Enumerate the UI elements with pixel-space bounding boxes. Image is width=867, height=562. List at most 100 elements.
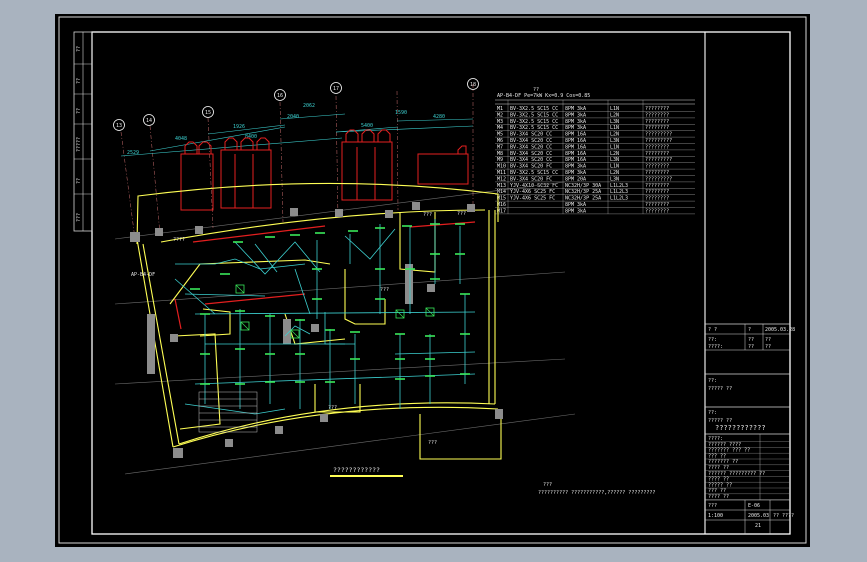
notes-line: ?????????? ???????????,?????? ????????? (538, 490, 655, 496)
legend-cell: 8PM 3kA (565, 112, 586, 118)
legend-cell: L1N (610, 106, 619, 112)
legend-cell: ???????? (645, 119, 669, 125)
title-cell: ?? (765, 337, 771, 343)
floor-plan[interactable]: 252940481926204020621590540042808400 131… (113, 78, 576, 475)
legend-cell: 8PM 20A (565, 176, 586, 182)
legend-cell: 8PM 16A (565, 144, 586, 150)
legend-cell: 8PM 3kA (565, 125, 586, 131)
dimension-label: 5400 (361, 123, 373, 129)
legend-cell: 8PM 3kA (565, 164, 586, 170)
room-label: ??? (380, 287, 389, 293)
legend-cell: L1L2L3 (610, 196, 628, 202)
legend-cell: L1L2L3 (610, 183, 628, 189)
legend-cell: YJV-4X6 SC25 FC (510, 196, 555, 202)
axis-label: 13 (116, 123, 122, 129)
column (385, 210, 393, 218)
legend-cell: BV-3X4 SC20 CC (510, 157, 552, 163)
legend-cell: BV-3X2.5 SC15 CC (510, 106, 558, 112)
legend-cell: 8PM 16A (565, 157, 586, 163)
legend-cell: ???????? (645, 170, 669, 176)
legend-cell: M1 (497, 106, 503, 112)
legend-cell: L2N (610, 112, 619, 118)
dimension-label: 4048 (175, 136, 187, 142)
dimension-total: 8400 (245, 134, 257, 140)
legend-cell: 8PM 16A (565, 151, 586, 157)
circuit-legend-table: ?? AP-B4-DF Pe=7kW Kx=0.9 Cos=0.85 M1 BV-… (495, 87, 695, 214)
title-cell: ? ? (708, 327, 717, 333)
legend-cell: ???????? (645, 164, 669, 170)
column (320, 414, 328, 422)
strip-label: ?? (76, 108, 82, 114)
sheet-count: ?? ???? (773, 513, 794, 519)
legend-cell: M2 (497, 112, 503, 118)
legend-header: AP-B4-DF Pe=7kW Kx=0.9 Cos=0.85 (497, 93, 590, 99)
legend-cell: M9 (497, 157, 503, 163)
legend-cell: ???????? (645, 112, 669, 118)
title-cell: ?? (765, 344, 771, 350)
structural-columns (130, 202, 503, 458)
strip-label: ?? (76, 46, 82, 52)
legend-cell: BV-3X2.5 SC15 CC (510, 170, 558, 176)
column (290, 208, 298, 216)
legend-cell: BV-3X4 SC20 CC (510, 132, 552, 138)
legend-cell: ????????? (645, 176, 672, 182)
title-cell: ?? (748, 337, 754, 343)
legend-cell: M8 (497, 151, 503, 157)
legend-cell: M13 (497, 183, 506, 189)
legend-cell: L1L2L3 (610, 189, 628, 195)
legend-cell: 8PM 3kA (565, 119, 586, 125)
junction-box-mark (240, 321, 250, 331)
axis-label: 18 (470, 82, 476, 88)
legend-cell: ????????? (645, 132, 672, 138)
legend-cell: M5 (497, 132, 503, 138)
circuit-wiring (174, 219, 476, 415)
dimension-label: 2529 (127, 150, 139, 156)
notes-label: ??? (543, 482, 552, 488)
axis-label: 16 (277, 93, 283, 99)
legend-cell: BV-3X4 SC20 CC (510, 151, 552, 157)
title-cell: ??: (708, 337, 717, 343)
column (195, 226, 203, 234)
panel-label: AP-B4-DF (131, 272, 155, 278)
strip-label: ?? (76, 178, 82, 184)
legend-cell: L2N (610, 151, 619, 157)
scale-label: ??? (708, 503, 717, 509)
legend-cell: 8PM 16A (565, 132, 586, 138)
column (412, 202, 420, 210)
legend-cell: L1N (610, 144, 619, 150)
column (155, 228, 163, 236)
axis-label: 14 (146, 118, 152, 124)
legend-cell: ???????? (645, 151, 669, 157)
legend-cell: L2N (610, 170, 619, 176)
left-strip: ?? ?? ?? ????? ?? ??? (73, 31, 93, 232)
legend-cell: ????????? (645, 138, 672, 144)
column (335, 209, 343, 217)
legend-cell: BV-3X4 SC20 FC (510, 164, 552, 170)
title-cell: ? (748, 327, 751, 333)
legend-cell: M10 (497, 164, 506, 170)
column (427, 284, 435, 292)
room-label: ???? (173, 237, 185, 243)
dimension-label: 2062 (303, 103, 315, 109)
sign-rows: ????:?????? ??????????? ??? ????? ??????… (705, 434, 790, 500)
legend-cell: M11 (497, 170, 506, 176)
strip-label: ????? (76, 137, 82, 152)
legend-cell: ???????? (645, 189, 669, 195)
legend-cell: 8PM 3kA (565, 202, 586, 208)
dimension-label: 1590 (395, 110, 407, 116)
column (130, 232, 140, 242)
column (147, 314, 155, 374)
strip-label: ?? (76, 78, 82, 84)
column (225, 439, 233, 447)
dimension-label: 2040 (287, 114, 299, 120)
reference-lines (114, 181, 576, 475)
junction-box-mark (395, 309, 405, 319)
legend-cell: ???????? (645, 196, 669, 202)
legend-cell: L1N (610, 125, 619, 131)
room-label: ??? (457, 211, 466, 217)
cad-viewport[interactable]: ?? ?? ?? ????? ?? ??? ? ? ? 2005.03.28 ?… (55, 14, 810, 547)
legend-cell: NC32H/3P 30A (565, 183, 601, 189)
project-label: ??: (708, 378, 717, 384)
axis-label: 15 (205, 110, 211, 116)
room-label: ??? (423, 212, 432, 218)
